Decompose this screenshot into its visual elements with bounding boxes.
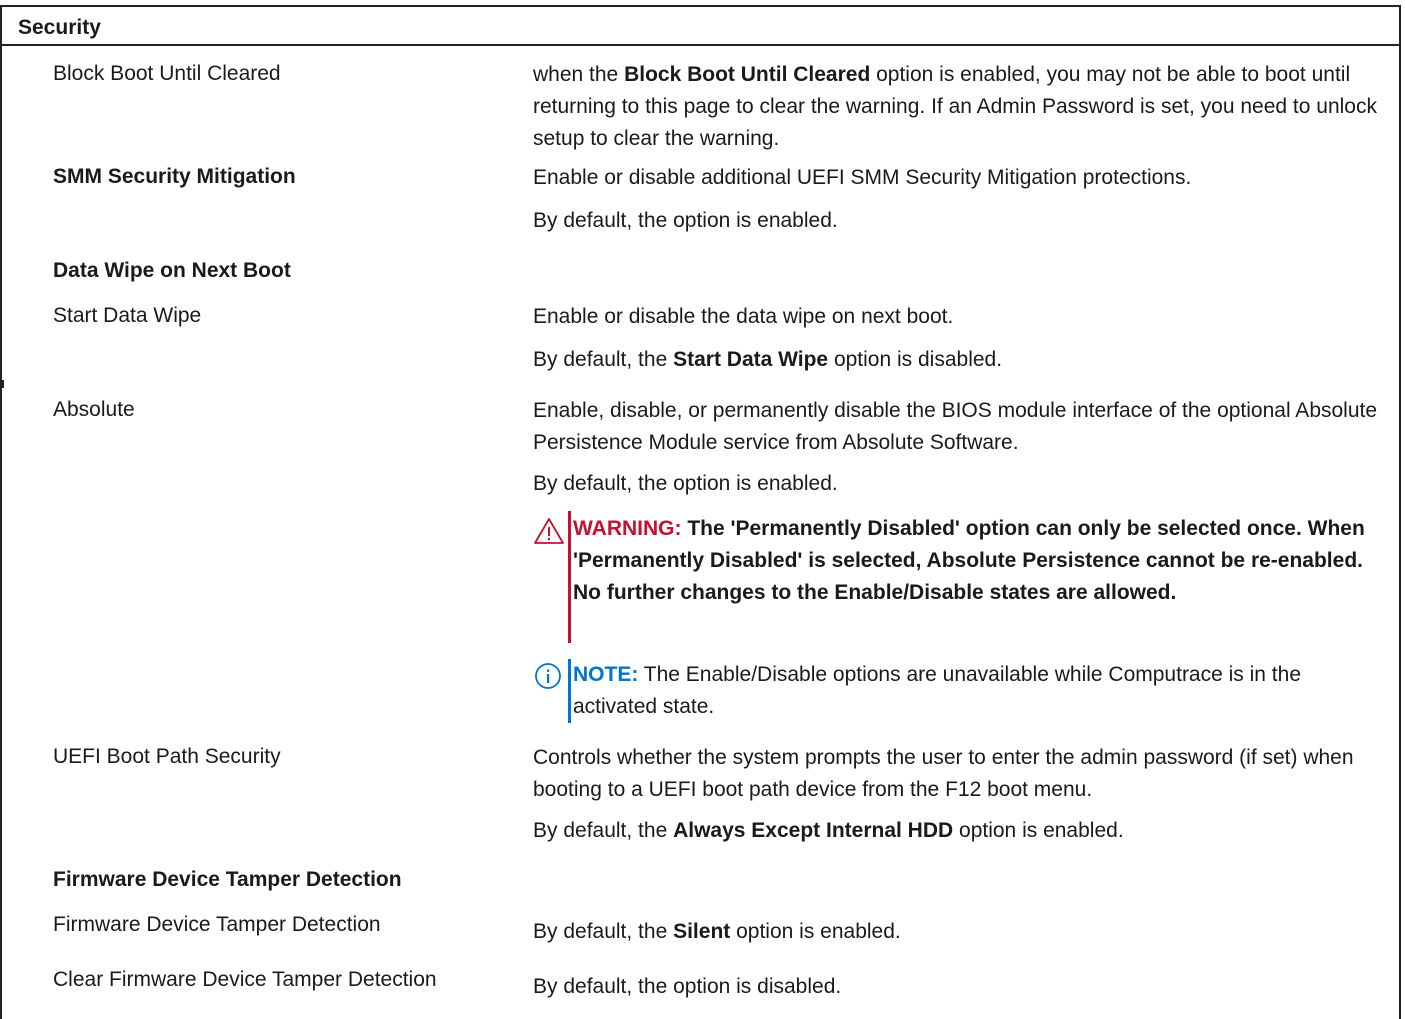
row-desc-start-data-wipe: Enable or disable the data wipe on next …: [533, 305, 954, 328]
row-default-uefi-boot-path: By default, the Always Except Internal H…: [533, 819, 1124, 842]
note-callout: NOTE: The Enable/Disable options are una…: [533, 657, 1383, 727]
row-default-smm: By default, the option is enabled.: [533, 209, 838, 232]
note-text: NOTE: The Enable/Disable options are una…: [573, 663, 1301, 718]
row-label-uefi-boot-path: UEFI Boot Path Security: [53, 745, 281, 768]
row-desc-smm: Enable or disable additional UEFI SMM Se…: [533, 166, 1192, 189]
security-table: Security Block Boot Until Cleared when t…: [0, 5, 1401, 1019]
row-label-block-boot: Block Boot Until Cleared: [53, 62, 281, 85]
note-bar: [568, 659, 571, 723]
row-label-smm: SMM Security Mitigation: [53, 165, 296, 188]
warning-triangle-icon: [533, 517, 565, 551]
info-circle-icon: [533, 661, 563, 697]
warning-bar: [568, 511, 571, 643]
table-header: Security: [2, 7, 1399, 46]
row-label-start-data-wipe: Start Data Wipe: [53, 304, 202, 327]
row-desc-block-boot: when the Block Boot Until Cleared option…: [533, 63, 1377, 150]
section-title: Security: [18, 16, 101, 39]
row-divider-mark: [2, 380, 4, 388]
warning-text: WARNING: The 'Permanently Disabled' opti…: [573, 517, 1365, 604]
row-default-start-data-wipe: By default, the Start Data Wipe option i…: [533, 348, 1003, 371]
row-label-fw-tamper: Firmware Device Tamper Detection: [53, 913, 381, 936]
row-desc-uefi-boot-path: Controls whether the system prompts the …: [533, 746, 1354, 801]
row-desc-absolute: Enable, disable, or permanently disable …: [533, 399, 1378, 454]
row-label-clear-fw-tamper: Clear Firmware Device Tamper Detection: [53, 968, 437, 991]
group-heading-data-wipe: Data Wipe on Next Boot: [53, 259, 291, 282]
row-default-fw-tamper: By default, the Silent option is enabled…: [533, 920, 901, 943]
row-default-absolute: By default, the option is enabled.: [533, 472, 838, 495]
row-label-absolute: Absolute: [53, 398, 135, 421]
group-heading-fw-tamper: Firmware Device Tamper Detection: [53, 868, 402, 891]
row-default-clear-fw-tamper: By default, the option is disabled.: [533, 975, 842, 998]
warning-callout: WARNING: The 'Permanently Disabled' opti…: [533, 509, 1383, 644]
